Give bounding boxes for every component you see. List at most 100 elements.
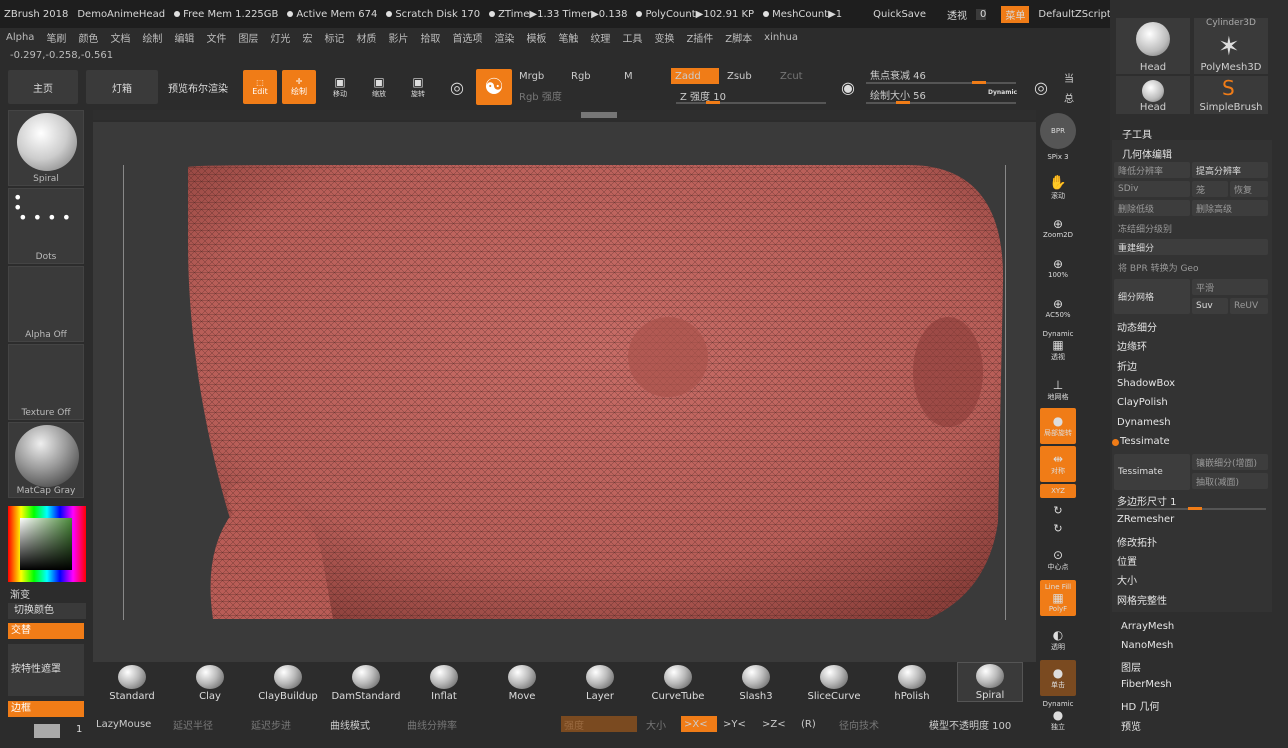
menu-item[interactable]: 工具 — [622, 30, 642, 45]
tool-thumb-polymesh[interactable]: Cylinder3D ✶ PolyMesh3D — [1194, 18, 1268, 74]
zbrush-logo-icon[interactable]: ☯ — [476, 69, 512, 105]
rgb-intensity-slider[interactable]: Rgb 强度 — [515, 87, 670, 103]
z-intensity-track[interactable] — [676, 101, 826, 104]
tool-thumb-simplebrush[interactable]: S SimpleBrush — [1194, 76, 1268, 114]
texture-selector[interactable]: Texture Off — [8, 344, 84, 420]
transparency-slider[interactable]: 0 — [976, 8, 987, 20]
brush-inflat-button[interactable]: Inflat — [411, 662, 477, 702]
menu-item[interactable]: 影片 — [388, 30, 408, 45]
transparency-button[interactable]: ◐ 透明 — [1040, 622, 1076, 658]
z-symmetry-button[interactable]: >Z< — [762, 716, 786, 732]
edit-button[interactable]: ⬚ Edit — [243, 70, 277, 104]
mrgb-button[interactable]: Mrgb — [515, 68, 565, 84]
intensity-slider[interactable]: 强度 — [561, 716, 637, 732]
menu-item[interactable]: 颜色 — [78, 30, 98, 45]
alpha-selector[interactable]: Alpha Off — [8, 266, 84, 342]
size-slider[interactable]: 大小 — [646, 716, 666, 732]
restore-button[interactable]: 恢复 — [1230, 181, 1268, 197]
geometry-header[interactable]: 几何体编辑 — [1122, 146, 1172, 161]
modify-topology-item[interactable]: 修改拓扑 — [1117, 534, 1157, 549]
focal-shift-slider[interactable]: 焦点衰减 46 — [866, 66, 1016, 82]
lazy-radius-slider[interactable]: 延迟半径 — [173, 716, 213, 732]
perspective-button[interactable]: Dynamic ▦ 透视 — [1040, 328, 1076, 364]
menu-item[interactable]: 文档 — [110, 30, 130, 45]
shadowbox-item[interactable]: ShadowBox — [1117, 378, 1175, 389]
ac50-button[interactable]: ⊕ AC50% — [1040, 290, 1076, 326]
alternate-button[interactable]: 交替 — [8, 623, 84, 639]
menu-item[interactable]: 模板 — [526, 30, 546, 45]
material-selector[interactable]: MatCap Gray — [8, 422, 84, 498]
bpr-to-geo-button[interactable]: 将 BPR 转换为 Geo — [1114, 259, 1268, 275]
center-button[interactable]: ⊙ 中心点 — [1040, 542, 1076, 578]
delete-higher-button[interactable]: 删除高级 — [1192, 200, 1268, 216]
menu-item[interactable]: 图层 — [238, 30, 258, 45]
menu-item[interactable]: 宏 — [302, 30, 312, 45]
edgeloop-item[interactable]: 边缘环 — [1117, 338, 1147, 353]
cage-button[interactable]: 笼 — [1192, 181, 1228, 197]
zcut-button[interactable]: Zcut — [776, 68, 824, 84]
border-button[interactable]: 边框 — [8, 701, 84, 717]
local-rotate-button[interactable]: ● 局部旋转 — [1040, 408, 1076, 444]
brush-standard-button[interactable]: Standard — [99, 662, 165, 702]
higher-res-button[interactable]: 提高分辨率 — [1192, 162, 1268, 178]
zadd-button[interactable]: Zadd — [671, 68, 719, 84]
default-zscript[interactable]: DefaultZScript — [1038, 9, 1110, 20]
bpr-render-button[interactable]: BPR — [1040, 113, 1076, 149]
zremesher-item[interactable]: ZRemesher — [1117, 514, 1174, 525]
hd-geometry-item[interactable]: HD 几何 — [1121, 698, 1159, 713]
menu-item[interactable]: 笔触 — [558, 30, 578, 45]
dynamic-solo-button[interactable]: Dynamic ● 独立 — [1040, 698, 1076, 734]
menu-item[interactable]: 笔刷 — [46, 30, 66, 45]
color-square[interactable] — [20, 518, 72, 570]
lower-res-button[interactable]: 降低分辨率 — [1114, 162, 1190, 178]
menu-item[interactable]: 编辑 — [174, 30, 194, 45]
gradient-label[interactable]: 渐变 — [10, 586, 30, 601]
m-button[interactable]: M — [620, 68, 668, 84]
y-symmetry-button[interactable]: >Y< — [723, 716, 746, 732]
rotate-y-icon[interactable]: ↻ — [1040, 502, 1076, 518]
size-item[interactable]: 大小 — [1117, 572, 1137, 587]
scale-button[interactable]: ▣ 缩放 — [362, 70, 396, 104]
lightbox-button[interactable]: 灯箱 — [86, 70, 158, 104]
menu-item[interactable]: 首选项 — [452, 30, 482, 45]
scroll-button[interactable]: ✋ 滚动 — [1040, 170, 1076, 206]
menu-item[interactable]: 渲染 — [494, 30, 514, 45]
fibermesh-item[interactable]: FiberMesh — [1121, 679, 1172, 690]
zsub-button[interactable]: Zsub — [723, 68, 773, 84]
brush-curvetube-button[interactable]: CurveTube — [645, 662, 711, 702]
freeze-subdiv-button[interactable]: 冻结细分级别 — [1114, 220, 1268, 236]
delete-lower-button[interactable]: 删除低级 — [1114, 200, 1190, 216]
switch-color-button[interactable]: 切换颜色 — [8, 603, 86, 619]
suv-toggle[interactable]: Suv — [1192, 298, 1228, 314]
subtool-header[interactable]: 子工具 — [1122, 126, 1152, 141]
model-opacity-slider[interactable]: 模型不透明度 100 — [929, 716, 1011, 732]
menu-item[interactable]: Z脚本 — [725, 30, 752, 45]
symmetry-button[interactable]: ⇹ 对称 — [1040, 446, 1076, 482]
poly-size-slider[interactable]: 多边形尺寸 1 — [1117, 493, 1177, 508]
brush-layer-button[interactable]: Layer — [567, 662, 633, 702]
home-button[interactable]: 主页 — [8, 70, 78, 104]
x-symmetry-button[interactable]: >X< — [681, 716, 717, 732]
focal-shift-track[interactable] — [866, 81, 1016, 84]
menu-item[interactable]: 标记 — [324, 30, 344, 45]
viewport-scroll-handle[interactable] — [581, 112, 617, 118]
zoom2d-button[interactable]: ⊕ Zoom2D — [1040, 210, 1076, 246]
reuv-toggle[interactable]: ReUV — [1230, 298, 1268, 314]
layers-item[interactable]: 图层 — [1121, 659, 1141, 674]
brush-claybuildup-button[interactable]: ClayBuildup — [255, 662, 321, 702]
curve-mode-button[interactable]: 曲线模式 — [330, 716, 370, 732]
stroke-selector[interactable]: • • • • • • Dots — [8, 188, 84, 264]
tessimate-item[interactable]: Tessimate — [1120, 436, 1170, 447]
menu-item[interactable]: 拾取 — [420, 30, 440, 45]
draw-button[interactable]: ✛ 绘制 — [282, 70, 316, 104]
sdiv-slider[interactable]: SDiv — [1114, 181, 1190, 197]
dynamic-icon[interactable]: ◎ — [1024, 70, 1058, 104]
tess-remove-button[interactable]: 抽取(减面) — [1192, 473, 1268, 489]
arraymesh-item[interactable]: ArrayMesh — [1121, 621, 1174, 632]
menu-item[interactable]: 材质 — [356, 30, 376, 45]
smooth-toggle[interactable]: 平滑 — [1192, 279, 1268, 295]
poly-size-track[interactable] — [1116, 507, 1266, 510]
menu-button[interactable]: 菜单 — [1001, 5, 1030, 23]
draw-size-track[interactable] — [866, 101, 1016, 104]
menu-item[interactable]: 灯光 — [270, 30, 290, 45]
